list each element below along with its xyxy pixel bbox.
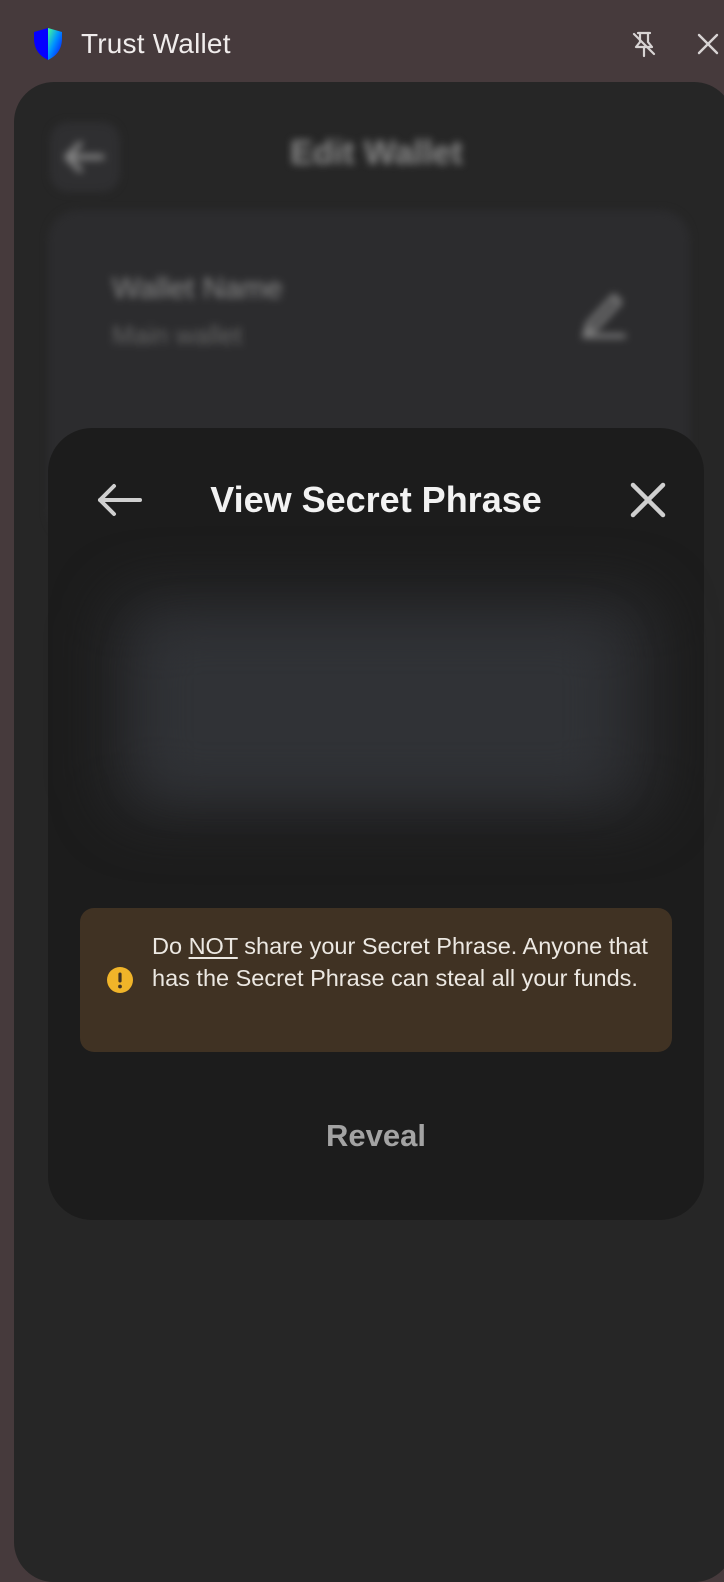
trust-wallet-shield-icon [34,28,62,60]
warning-banner: Do NOT share your Secret Phrase. Anyone … [80,908,672,1052]
secret-phrase-blurred-content [148,628,608,788]
app-title: Trust Wallet [81,28,231,59]
unpin-icon[interactable] [626,26,662,62]
warning-text-prefix: Do [152,933,189,959]
pencil-icon [582,294,626,338]
close-icon[interactable] [690,26,724,62]
arrow-left-icon[interactable] [94,480,144,520]
background-page-title: Edit Wallet [290,134,463,172]
exclamation-circle-icon [107,967,133,993]
title-bar: Trust Wallet [0,0,724,86]
close-icon[interactable] [628,480,668,520]
wallet-name-label: Wallet Name [112,272,283,305]
arrow-left-icon [64,141,105,173]
warning-emphasis: NOT [188,933,238,959]
view-secret-phrase-modal: View Secret Phrase Do NOT share your Sec… [48,428,704,1220]
reveal-button[interactable]: Reveal [276,1108,476,1162]
wallet-name-value: Main wallet [112,320,243,350]
warning-text: Do NOT share your Secret Phrase. Anyone … [152,930,658,994]
background-back-button [50,122,120,192]
modal-title: View Secret Phrase [210,479,542,520]
